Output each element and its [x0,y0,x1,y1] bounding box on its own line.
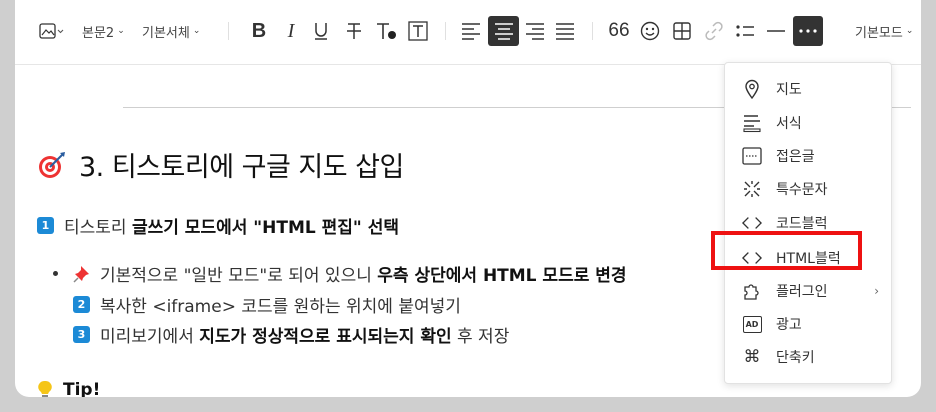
step-number-badge: 1 [37,217,54,234]
align-right-icon[interactable] [522,16,548,46]
italic-icon[interactable]: I [278,16,304,46]
underline-icon[interactable] [308,16,334,46]
toolbar-divider [592,22,593,40]
menu-item-label: 광고 [776,317,802,333]
toolbar-divider [445,22,446,40]
quote-glyph: 66 [608,20,630,41]
step-2-text: 복사한 <iframe> 코드를 원하는 위치에 붙여넣기 [100,297,461,317]
shortcut-icon: ⌘ [742,347,762,367]
tip-text: Tip! [63,380,101,397]
editor-toolbar: 본문2 ⌄ 기본서체 ⌄ B I 66 기본모드 ⌄ [15,0,921,65]
step-number-badge: 3 [73,326,90,343]
format-icon [742,113,762,133]
image-icon[interactable] [35,16,69,46]
step-1-text: 티스토리 [64,218,132,238]
editor-mode-label: 기본모드 [855,25,903,41]
section-heading[interactable]: 3. 티스토리에 구글 지도 삽입 [37,145,404,184]
step-3-text: 미리보기에서 [100,327,200,347]
font-family-label: 기본서체 [142,25,190,41]
paragraph-style-label: 본문2 [82,25,115,41]
step-1-paragraph[interactable]: 1 티스토리 글쓰기 모드에서 "HTML 편집" 선택 [37,213,399,238]
ad-badge: AD [742,315,762,333]
menu-item-fold[interactable]: 접은글 [725,141,891,171]
plugin-icon [742,281,762,301]
menu-item-label: 코드블럭 [776,216,828,232]
command-glyph: ⌘ [743,347,761,367]
bullet-bold-text: 우측 상단에서 HTML 모드로 변경 [377,266,627,286]
font-family-select[interactable]: 기본서체 ⌄ [142,16,200,46]
html-block-highlight-box [711,231,862,270]
emoji-icon[interactable] [637,16,663,46]
bullet-dot [53,271,58,276]
editor-card: 본문2 ⌄ 기본서체 ⌄ B I 66 기본모드 ⌄ 3. 티스토리에 구글 지… [15,0,921,397]
menu-item-label: 지도 [776,82,802,98]
code-icon [742,213,762,233]
target-icon [39,151,65,178]
more-menu: 지도 서식 접은글 특수문자 코드블럭 HTML블럭 플러그인 › AD 광고 … [724,62,892,384]
menu-item-label: 플러그인 [776,284,828,300]
heading-text: 3. 티스토리에 구글 지도 삽입 [79,152,404,183]
toolbar-divider [228,22,229,40]
menu-item-label: 단축키 [776,350,815,366]
text-color-icon[interactable] [373,16,399,46]
list-item[interactable]: 기본적으로 "일반 모드"로 되어 있으니 우측 상단에서 HTML 모드로 변… [53,261,627,286]
tip-paragraph[interactable]: Tip! [37,380,100,397]
chevron-down-icon: ⌄ [192,26,201,36]
menu-item-ad[interactable]: AD 광고 [725,309,891,339]
ad-icon: AD [742,314,762,334]
menu-item-label: 접은글 [776,149,815,165]
menu-item-label: 서식 [776,116,802,132]
link-icon[interactable] [701,16,727,46]
list-icon[interactable] [731,16,759,46]
step-number-badge: 2 [73,296,90,313]
menu-item-plugin[interactable]: 플러그인 › [725,276,891,306]
chevron-right-icon: › [874,284,879,298]
step-2-paragraph[interactable]: 2 복사한 <iframe> 코드를 원하는 위치에 붙여넣기 [73,292,461,317]
menu-item-shortcut[interactable]: ⌘ 단축키 [725,342,891,372]
chevron-down-icon: ⌄ [905,26,914,36]
bold-icon[interactable]: B [246,16,272,46]
strikethrough-icon[interactable] [341,16,367,46]
text-background-icon[interactable] [405,16,431,46]
fold-icon [742,146,762,166]
align-justify-icon[interactable] [552,16,578,46]
divider-icon[interactable] [763,16,789,46]
step-3-paragraph[interactable]: 3 미리보기에서 지도가 정상적으로 표시되는지 확인 후 저장 [73,322,509,347]
quote-icon[interactable]: 66 [605,16,633,46]
align-left-icon[interactable] [458,16,484,46]
table-icon[interactable] [669,16,695,46]
lightbulb-icon [38,380,52,397]
more-icon[interactable] [793,16,823,46]
chevron-down-icon: ⌄ [117,26,125,36]
menu-item-label: 특수문자 [776,182,828,198]
align-center-icon[interactable] [488,16,519,46]
special-char-icon [742,179,762,199]
step-1-bold-text: 글쓰기 모드에서 "HTML 편집" 선택 [131,218,399,238]
step-3-post-text: 후 저장 [451,327,510,347]
menu-item-map[interactable]: 지도 [725,74,891,104]
bullet-text: 기본적으로 "일반 모드"로 되어 있으니 [100,266,378,286]
step-3-bold-text: 지도가 정상적으로 표시되는지 확인 [199,327,452,347]
pushpin-icon [73,265,89,283]
menu-item-special-char[interactable]: 특수문자 [725,174,891,204]
map-pin-icon [742,79,762,99]
editor-mode-select[interactable]: 기본모드 ⌄ [855,16,913,46]
menu-item-format[interactable]: 서식 [725,108,891,138]
paragraph-style-select[interactable]: 본문2 ⌄ [82,16,125,46]
